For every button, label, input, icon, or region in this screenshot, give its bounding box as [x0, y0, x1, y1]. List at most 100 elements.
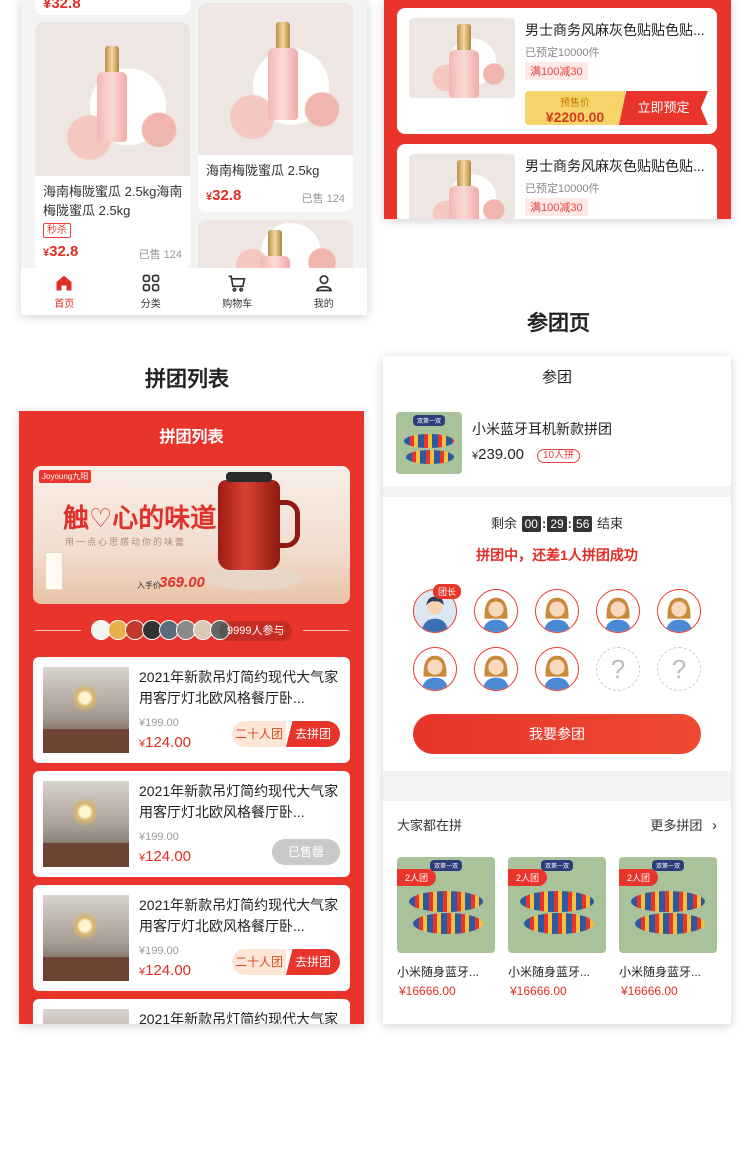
- perfume-bottle: [97, 46, 127, 142]
- section-title: 大家都在拼: [397, 818, 463, 833]
- brand-logo: Joyoung九阳: [39, 470, 92, 483]
- presale-price-label: 预售价: [560, 98, 590, 109]
- product-price: ¥16666.00: [510, 984, 567, 998]
- countdown-prefix: 剩余: [490, 516, 517, 531]
- product-image: [35, 22, 190, 176]
- cart-icon: [228, 275, 246, 292]
- discount-tag: 满100减30: [525, 198, 588, 216]
- group-status-message: 拼团中，还差1人拼团成功: [476, 547, 638, 563]
- product-image: [409, 18, 515, 98]
- perfume-bottle: [268, 22, 298, 120]
- promo-banner[interactable]: Joyoung九阳 触♡心的味道 用一点心思感动你的味蕾 入手价 369.00: [33, 466, 350, 604]
- countdown-separator: :: [567, 516, 573, 531]
- tab-mine[interactable]: 我的: [281, 268, 368, 315]
- join-group-screen: 参团 双第一双 小米蓝牙耳机新款拼团 ¥239.00 10人拼 剩余 00:29…: [383, 356, 731, 1024]
- home-icon: [56, 275, 72, 291]
- soymilk-maker-image: [218, 472, 300, 570]
- banner-price: 369.00: [159, 574, 205, 591]
- tab-cart[interactable]: 购物车: [194, 268, 281, 315]
- more-groups-link[interactable]: 更多拼团 ›: [650, 815, 717, 834]
- discount-tag: 满100减30: [525, 62, 588, 80]
- group-price: ¥124.00: [139, 734, 192, 751]
- member-avatar: [535, 647, 579, 691]
- tab-home[interactable]: 首页: [21, 268, 108, 315]
- product-title: 海南梅陇蜜瓜 2.5kg: [206, 163, 320, 178]
- flash-sale-tag: 秒杀: [43, 223, 71, 238]
- original-price: ¥199.00: [139, 717, 179, 729]
- group-item[interactable]: 2021年新款吊灯简约现代大气家用客厅灯北欧风格餐厅卧... ¥199.00 ¥…: [33, 885, 350, 991]
- section-title-group-list: 拼团列表: [145, 368, 229, 391]
- participant-avatars: [91, 620, 230, 640]
- product-title: 2021年新款吊灯简约现代大气家用客厅灯北欧风格餐厅卧...: [139, 669, 339, 706]
- product-price: ¥32.8: [206, 187, 242, 204]
- product-image: [43, 781, 129, 867]
- product-title: 男士商务风麻灰色贴贴色贴...: [525, 22, 705, 38]
- group-price: ¥124.00: [139, 848, 192, 865]
- member-avatar: [474, 589, 518, 633]
- member-avatar: [474, 647, 518, 691]
- product-card[interactable]: ¥32.8: [35, 0, 190, 15]
- product-card[interactable]: 海南梅陇蜜瓜 2.5kg海南梅陇蜜瓜 2.5kg 秒杀 ¥32.8 已售 124: [35, 22, 190, 270]
- group-size-tag: 2人团: [397, 869, 437, 886]
- member-avatar: [413, 647, 457, 691]
- product-name: 小米随身蓝牙...: [397, 965, 480, 979]
- group-item[interactable]: 2021年新款吊灯简约现代大气家用客厅灯北欧风格餐厅卧... ¥199.00 ¥…: [33, 657, 350, 763]
- page-title: 拼团列表: [159, 429, 224, 446]
- join-group-button[interactable]: 二十人团 去拼团: [232, 721, 340, 747]
- product-price: ¥16666.00: [621, 984, 678, 998]
- group-size-badge: 10人拼: [537, 449, 581, 463]
- booked-count: 已预定10000件: [525, 183, 600, 195]
- presale-item[interactable]: 男士商务风麻灰色贴贴色贴... 已预定10000件 满100减30: [397, 144, 717, 219]
- product-title: 海南梅陇蜜瓜 2.5kg海南梅陇蜜瓜 2.5kg: [43, 184, 183, 218]
- product-title: 2021年新款吊灯简约现代大气家: [139, 1011, 339, 1024]
- user-icon: [315, 275, 332, 292]
- home-screen: ¥32.8 海南梅陇蜜瓜 2.5kg海南梅陇蜜瓜 2.5kg 秒杀 ¥32.8 …: [21, 0, 367, 315]
- product-price: ¥16666.00: [399, 984, 456, 998]
- go-group-label: 去拼团: [286, 721, 340, 747]
- bottom-tab-bar: 首页 分类 购物车 我的: [21, 268, 367, 315]
- product-image: [409, 154, 515, 219]
- perfume-bottle: [449, 160, 479, 219]
- product-image: [43, 667, 129, 753]
- participant-count: 9999人参与: [219, 621, 293, 641]
- category-icon: [142, 274, 160, 292]
- product-image: [43, 1009, 129, 1024]
- group-item[interactable]: 2021年新款吊灯简约现代大气家用客厅灯北欧风格餐厅卧... ¥199.00 ¥…: [33, 771, 350, 877]
- booked-count: 已预定10000件: [525, 47, 600, 59]
- presale-price: ¥2200.00: [545, 109, 605, 125]
- empty-slot: ?: [596, 647, 640, 691]
- member-avatar: [657, 589, 701, 633]
- divider: [35, 630, 81, 631]
- leader-tag: 团长: [433, 584, 462, 599]
- presale-item[interactable]: 男士商务风麻灰色贴贴色贴... 已预定10000件 满100减30 预售价 ¥2…: [397, 8, 717, 134]
- product-image: 双第一双: [396, 412, 462, 474]
- join-group-button[interactable]: 二十人团 去拼团: [232, 949, 340, 975]
- empty-slot: ?: [657, 647, 701, 691]
- countdown-hours: 00: [521, 516, 541, 532]
- product-name: 小米随身蓝牙...: [619, 965, 702, 979]
- group-product[interactable]: 双第一双 小米蓝牙耳机新款拼团 ¥239.00 10人拼: [383, 400, 731, 486]
- group-price: ¥124.00: [139, 962, 192, 979]
- member-avatar: [596, 589, 640, 633]
- perfume-bottle: [449, 24, 479, 98]
- product-price: ¥239.00: [472, 446, 525, 463]
- tab-label: 分类: [140, 299, 161, 310]
- group-size-tag: 2人团: [508, 869, 548, 886]
- countdown-timer: 剩余 00:29:56 结束: [383, 513, 731, 532]
- book-now-button[interactable]: 立即预定: [619, 91, 708, 125]
- divider: [303, 630, 349, 631]
- tab-label: 首页: [54, 299, 75, 310]
- product-title: 男士商务风麻灰色贴贴色贴...: [525, 158, 705, 174]
- product-card[interactable]: 海南梅陇蜜瓜 2.5kg ¥32.8 已售 124: [198, 3, 353, 212]
- banner-slogan: 触♡心的味道: [63, 504, 217, 534]
- group-item[interactable]: 2021年新款吊灯简约现代大气家: [33, 999, 350, 1024]
- presale-screen: 男士商务风麻灰色贴贴色贴... 已预定10000件 满100减30 预售价 ¥2…: [384, 0, 731, 219]
- milk-glass: [45, 552, 63, 590]
- product-image: [43, 895, 129, 981]
- tab-label: 购物车: [222, 299, 253, 310]
- section-title-join-page: 参团页: [527, 312, 590, 335]
- group-status-section: 剩余 00:29:56 结束 拼团中，还差1人拼团成功 团长 ? ? 我要参团: [383, 497, 731, 771]
- go-group-label: 去拼团: [286, 949, 340, 975]
- tab-category[interactable]: 分类: [108, 268, 195, 315]
- join-group-button[interactable]: 我要参团: [413, 714, 701, 754]
